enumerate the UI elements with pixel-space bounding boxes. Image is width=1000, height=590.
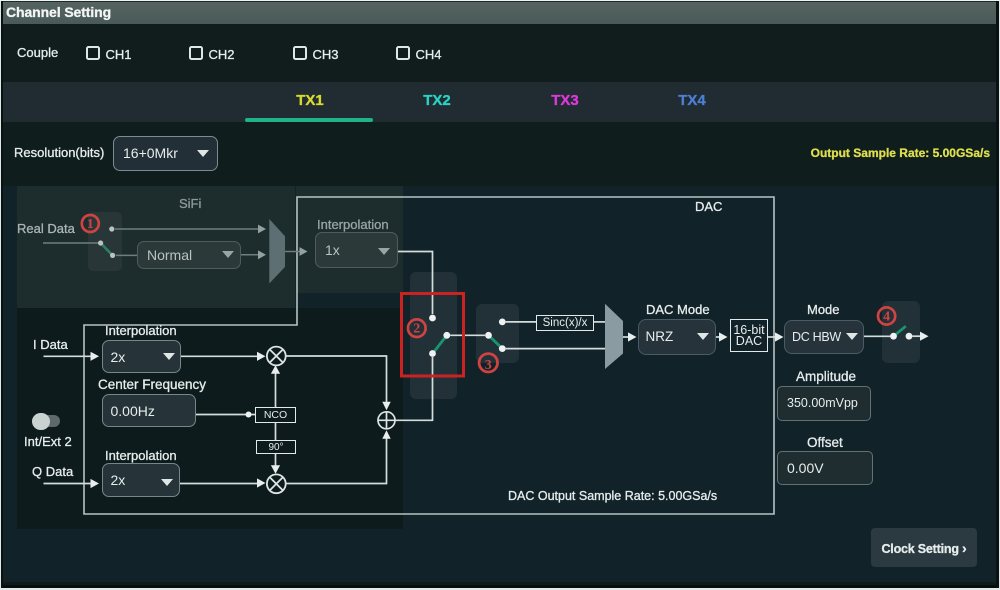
svg-text:3: 3	[485, 358, 492, 373]
svg-text:1: 1	[87, 217, 94, 232]
svg-text:2: 2	[413, 322, 420, 337]
svg-text:4: 4	[883, 310, 890, 325]
